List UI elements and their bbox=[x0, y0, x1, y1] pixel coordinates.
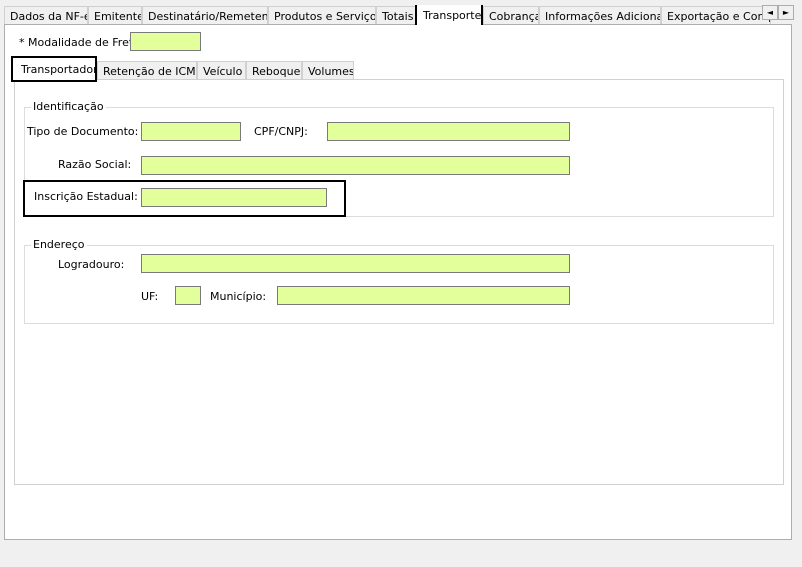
tipo-documento-field[interactable] bbox=[141, 122, 241, 141]
tab-label: Exportação e Compras bbox=[667, 10, 770, 23]
modalidade-frete-label: * Modalidade de Frete: bbox=[19, 36, 144, 49]
transporte-subtab-strip: Transportador Retenção de ICMS Veículo R… bbox=[11, 56, 785, 82]
tab-exportacao-compras[interactable]: Exportação e Compras bbox=[661, 6, 771, 25]
subtab-volumes[interactable]: Volumes bbox=[302, 61, 354, 80]
tab-label: Informações Adicionais bbox=[545, 10, 661, 23]
uf-field[interactable] bbox=[175, 286, 201, 305]
subtab-retencao-icms[interactable]: Retenção de ICMS bbox=[97, 61, 197, 80]
tab-destinatario-remetente[interactable]: Destinatário/Remetente bbox=[142, 6, 268, 25]
tab-totais[interactable]: Totais bbox=[376, 6, 416, 25]
tipo-documento-label: Tipo de Documento: bbox=[27, 125, 139, 138]
endereco-group-title: Endereço bbox=[31, 238, 87, 251]
cpf-cnpj-label: CPF/CNPJ: bbox=[254, 125, 308, 138]
tab-produtos-servicos[interactable]: Produtos e Serviços bbox=[268, 6, 376, 25]
subtab-transportador[interactable]: Transportador bbox=[11, 56, 97, 82]
tab-informacoes-adicionais[interactable]: Informações Adicionais bbox=[539, 6, 661, 25]
tab-transporte[interactable]: Transporte bbox=[415, 5, 483, 25]
tab-scroll-left-button[interactable]: ◄ bbox=[762, 5, 778, 20]
tab-emitente[interactable]: Emitente bbox=[88, 6, 142, 25]
subtab-label: Reboque bbox=[252, 65, 301, 78]
tab-label: Destinatário/Remetente bbox=[148, 10, 268, 23]
tab-scroll-right-button[interactable]: ► bbox=[778, 5, 794, 20]
inscricao-estadual-field[interactable] bbox=[141, 188, 327, 207]
municipio-field[interactable] bbox=[277, 286, 570, 305]
tab-label: Emitente bbox=[94, 10, 142, 23]
subtab-label: Transportador bbox=[21, 63, 97, 76]
razao-social-field[interactable] bbox=[141, 156, 570, 175]
tab-label: Produtos e Serviços bbox=[274, 10, 376, 23]
subtab-reboque[interactable]: Reboque bbox=[246, 61, 302, 80]
municipio-label: Município: bbox=[210, 290, 267, 303]
subtab-label: Volumes bbox=[308, 65, 354, 78]
tab-label: Totais bbox=[382, 10, 414, 23]
subtab-label: Veículo bbox=[203, 65, 243, 78]
logradouro-label: Logradouro: bbox=[58, 258, 125, 271]
tab-dados-nfe[interactable]: Dados da NF-e bbox=[4, 6, 88, 25]
modalidade-frete-field[interactable] bbox=[130, 32, 201, 51]
razao-social-label: Razão Social: bbox=[58, 158, 132, 171]
tab-label: Dados da NF-e bbox=[10, 10, 88, 23]
tab-label: Cobrança bbox=[489, 10, 539, 23]
cpf-cnpj-field[interactable] bbox=[327, 122, 570, 141]
tab-label: Transporte bbox=[423, 9, 482, 22]
subtab-veiculo[interactable]: Veículo bbox=[197, 61, 246, 80]
uf-label: UF: bbox=[141, 290, 159, 303]
logradouro-field[interactable] bbox=[141, 254, 570, 273]
tab-scroll-buttons: ◄ ► bbox=[762, 5, 794, 20]
main-tab-strip: Dados da NF-e Emitente Destinatário/Reme… bbox=[4, 5, 792, 25]
identificacao-group-title: Identificação bbox=[31, 100, 106, 113]
tab-cobranca[interactable]: Cobrança bbox=[483, 6, 539, 25]
inscricao-estadual-label: Inscrição Estadual: bbox=[34, 190, 138, 203]
subtab-label: Retenção de ICMS bbox=[103, 65, 197, 78]
